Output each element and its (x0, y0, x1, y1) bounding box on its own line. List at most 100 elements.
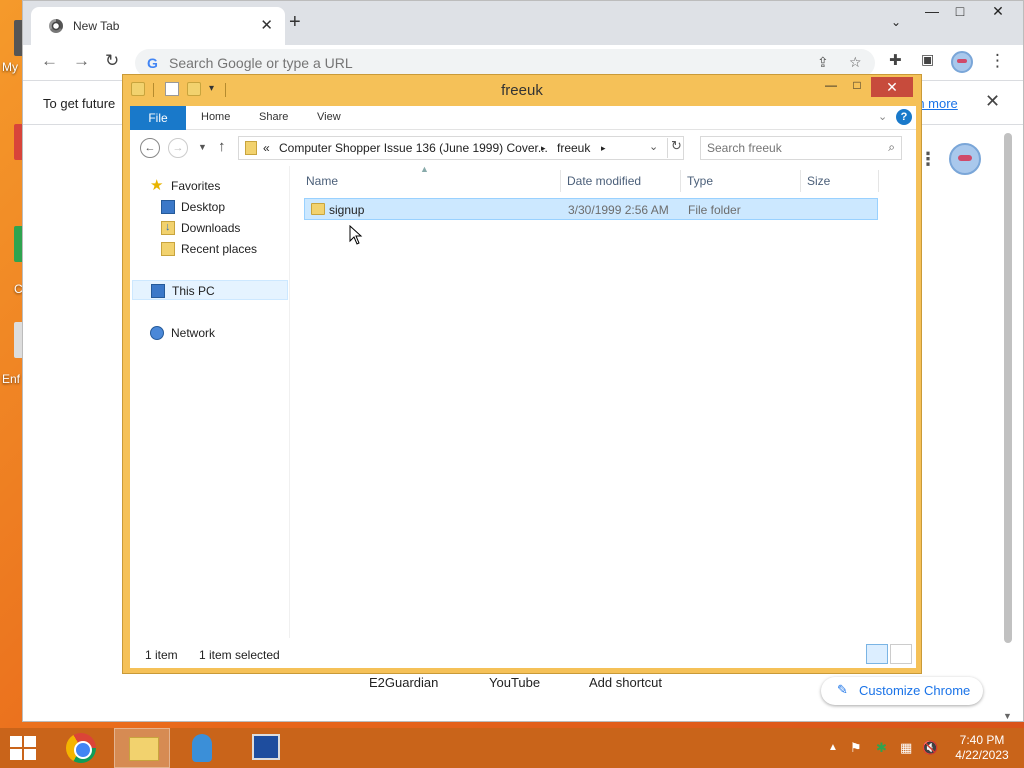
scrollbar-thumb[interactable] (1004, 133, 1012, 643)
taskbar-chrome[interactable] (52, 728, 108, 768)
breadcrumb-separator-icon[interactable]: ▸ (541, 143, 546, 154)
desktop-icon-label[interactable]: Enf (2, 372, 20, 386)
side-panel-icon[interactable]: ▣ (921, 51, 934, 68)
breadcrumb-parent[interactable]: Computer Shopper Issue 136 (June 1999) C… (279, 141, 548, 155)
column-header-size[interactable]: Size (807, 174, 830, 188)
clock-date: 4/22/2023 (955, 748, 1009, 762)
nav-this-pc[interactable]: This PC (132, 280, 288, 300)
maximize-button[interactable]: □ (945, 3, 975, 19)
recent-places-icon (161, 242, 175, 256)
shortcut-e2guardian[interactable]: E2Guardian (369, 675, 438, 690)
tab-file[interactable]: File (130, 106, 186, 130)
desktop-icon-label[interactable]: My (2, 60, 18, 74)
bookmark-star-icon[interactable]: ☆ (849, 54, 862, 71)
forward-button[interactable]: → (168, 138, 188, 158)
system-clock[interactable]: 7:40 PM 4/22/2023 (942, 733, 1022, 763)
address-bar[interactable]: « Computer Shopper Issue 136 (June 1999)… (238, 136, 684, 160)
profile-avatar[interactable] (951, 51, 973, 73)
scroll-down-arrow-icon[interactable]: ▼ (1003, 711, 1012, 721)
column-divider[interactable] (800, 170, 801, 192)
chrome-logo-icon (66, 733, 96, 763)
column-divider[interactable] (680, 170, 681, 192)
breadcrumb-current[interactable]: freeuk (557, 141, 590, 155)
search-box[interactable]: ⌕ (700, 136, 902, 160)
customize-chrome-button[interactable]: ✎ Customize Chrome (821, 677, 983, 705)
taskbar-messenger[interactable] (174, 728, 230, 768)
details-view-icon[interactable] (866, 644, 888, 664)
explorer-minimize-button[interactable]: — (817, 78, 845, 98)
close-window-button[interactable]: ✕ (983, 3, 1013, 20)
omnibox-input[interactable] (169, 53, 769, 73)
nav-network[interactable]: Network (130, 323, 290, 343)
network-icon (150, 326, 164, 340)
up-arrow-icon[interactable]: ↑ (218, 138, 226, 155)
nav-recent-places[interactable]: Recent places (130, 239, 290, 259)
page-scrollbar[interactable]: ▼ (1001, 125, 1015, 721)
cursor-arrow-icon (349, 225, 363, 245)
window-title: freeuk (501, 82, 543, 99)
nav-desktop[interactable]: Desktop (130, 197, 290, 217)
start-button[interactable] (10, 736, 36, 760)
taskbar-file-explorer[interactable] (114, 728, 170, 768)
explorer-titlebar: ▾ freeuk — □ ✕ (123, 75, 921, 105)
search-input[interactable] (707, 140, 877, 156)
address-dropdown-icon[interactable]: ⌄ (649, 140, 658, 153)
share-icon[interactable]: ⇪ (817, 54, 829, 71)
omnibox[interactable]: G ⇪ ☆ (135, 49, 875, 77)
ntp-profile-avatar[interactable] (949, 143, 981, 175)
chrome-favicon-icon (49, 19, 63, 33)
breadcrumb-overflow[interactable]: « (263, 141, 270, 155)
shortcut-add[interactable]: Add shortcut (589, 675, 662, 690)
explorer-close-button[interactable]: ✕ (871, 77, 913, 97)
reload-icon[interactable]: ↻ (105, 51, 119, 71)
extensions-puzzle-icon[interactable]: ✚ (889, 51, 902, 69)
nav-recent-places-label: Recent places (181, 242, 258, 256)
back-arrow-icon[interactable]: ← (41, 51, 58, 71)
help-icon[interactable]: ? (896, 109, 912, 125)
tab-home[interactable]: Home (201, 111, 230, 123)
new-tab-button[interactable]: + (289, 11, 301, 34)
nav-desktop-label: Desktop (181, 200, 226, 214)
breadcrumb-separator-icon[interactable]: ▸ (601, 143, 606, 154)
explorer-maximize-button[interactable]: □ (843, 78, 871, 98)
taskbar-network-app[interactable] (238, 728, 294, 768)
status-bar: 1 item 1 item selected (130, 638, 916, 668)
column-header-type[interactable]: Type (687, 174, 713, 188)
bluetooth-icon[interactable]: ✱ (876, 740, 887, 756)
expand-ribbon-chevron-icon[interactable]: ⌄ (878, 110, 887, 123)
forward-arrow-icon[interactable]: → (73, 51, 90, 71)
nav-downloads[interactable]: Downloads (130, 218, 290, 238)
infobar-close-icon[interactable]: ✕ (985, 91, 1000, 112)
back-button[interactable]: ← (140, 138, 160, 158)
search-icon[interactable]: ⌕ (888, 140, 895, 155)
show-hidden-icons-chevron-icon[interactable]: ▲ (828, 742, 838, 753)
file-row[interactable]: signup 3/30/1999 2:56 AM File folder (304, 198, 878, 220)
action-center-flag-icon[interactable]: ⚑ (850, 740, 862, 756)
large-icons-view-icon[interactable] (890, 644, 912, 664)
refresh-icon[interactable]: ↻ (667, 138, 685, 158)
column-header-date-modified[interactable]: Date modified (567, 174, 641, 188)
tab-new-tab[interactable]: New Tab ✕ (31, 7, 285, 45)
volume-muted-icon[interactable]: 🔇 (922, 740, 938, 756)
recent-locations-dropdown-icon[interactable]: ▼ (198, 142, 207, 152)
tab-view[interactable]: View (317, 111, 341, 123)
file-explorer-icon (129, 737, 159, 761)
chrome-menu-icon[interactable]: ⋮ (989, 51, 1006, 71)
pencil-icon: ✎ (837, 682, 848, 697)
desktop-icon (161, 200, 175, 214)
network-status-icon[interactable]: ▦ (900, 740, 912, 756)
file-date-modified: 3/30/1999 2:56 AM (568, 203, 669, 217)
taskbar: ▲ ⚑ ✱ ▦ 🔇 7:40 PM 4/22/2023 (0, 728, 1024, 768)
tab-search-chevron-icon[interactable]: ⌄ (881, 15, 911, 29)
column-header-name[interactable]: Name (306, 174, 338, 188)
column-divider[interactable] (878, 170, 879, 192)
column-divider[interactable] (560, 170, 561, 192)
customize-chrome-label: Customize Chrome (859, 683, 971, 698)
close-tab-icon[interactable]: ✕ (260, 16, 273, 34)
minimize-button[interactable]: — (917, 3, 947, 19)
nav-downloads-label: Downloads (181, 221, 241, 235)
tab-share[interactable]: Share (259, 111, 288, 123)
nav-favorites[interactable]: ★ Favorites (130, 176, 290, 196)
tab-title: New Tab (73, 19, 120, 33)
shortcut-youtube[interactable]: YouTube (489, 675, 540, 690)
